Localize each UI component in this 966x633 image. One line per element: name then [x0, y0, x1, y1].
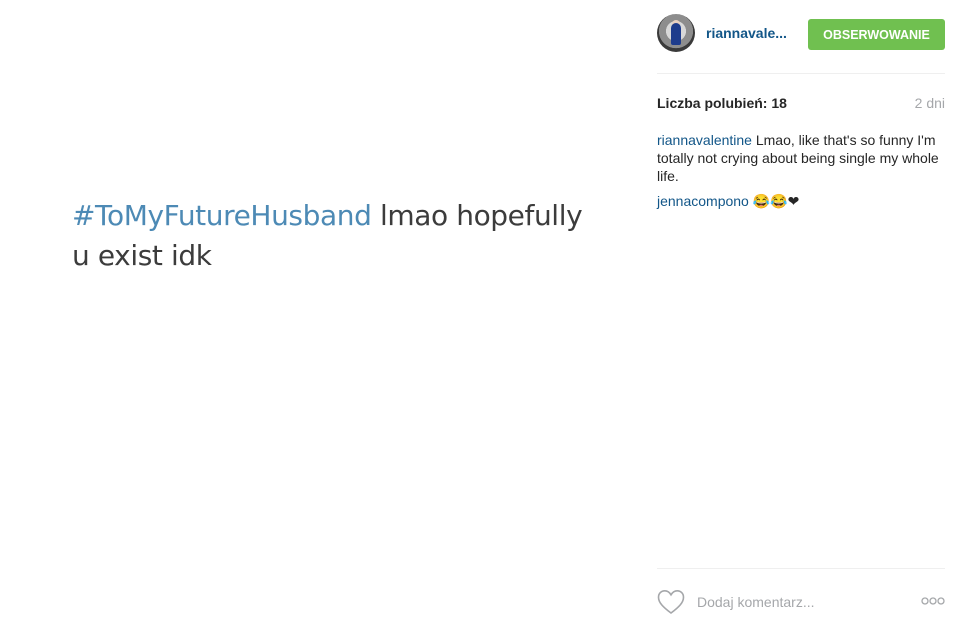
username-link[interactable]: riannavale... [706, 25, 787, 41]
more-options-icon[interactable] [921, 595, 945, 607]
comment-item: riannavalentine Lmao, like that's so fun… [657, 131, 945, 185]
footer-divider [657, 568, 945, 569]
comment-author[interactable]: riannavalentine [657, 132, 752, 148]
add-comment-input[interactable] [695, 593, 899, 611]
avatar-figure [671, 23, 681, 45]
image-caption-text: #ToMyFutureHusband lmao hopefully u exis… [72, 196, 592, 276]
image-hashtag: #ToMyFutureHusband [72, 199, 372, 232]
post-footer [657, 589, 945, 617]
post-header: riannavale... OBSERWOWANIE [657, 14, 945, 54]
post-image: #ToMyFutureHusband lmao hopefully u exis… [0, 0, 635, 633]
likes-count[interactable]: Liczba polubień: 18 [657, 95, 787, 111]
follow-button[interactable]: OBSERWOWANIE [808, 19, 945, 50]
heart-outline-icon[interactable] [657, 589, 685, 615]
avatar[interactable] [657, 14, 695, 52]
post-details-panel: riannavale... OBSERWOWANIE Liczba polubi… [657, 0, 945, 633]
comment-author[interactable]: jennacompono [657, 193, 749, 209]
comment-item: jennacompono 😂😂❤ [657, 192, 945, 210]
post-time[interactable]: 2 dni [915, 95, 945, 111]
header-divider [657, 73, 945, 74]
comments-list: riannavalentine Lmao, like that's so fun… [657, 131, 945, 217]
comment-text: 😂😂❤ [748, 193, 800, 209]
